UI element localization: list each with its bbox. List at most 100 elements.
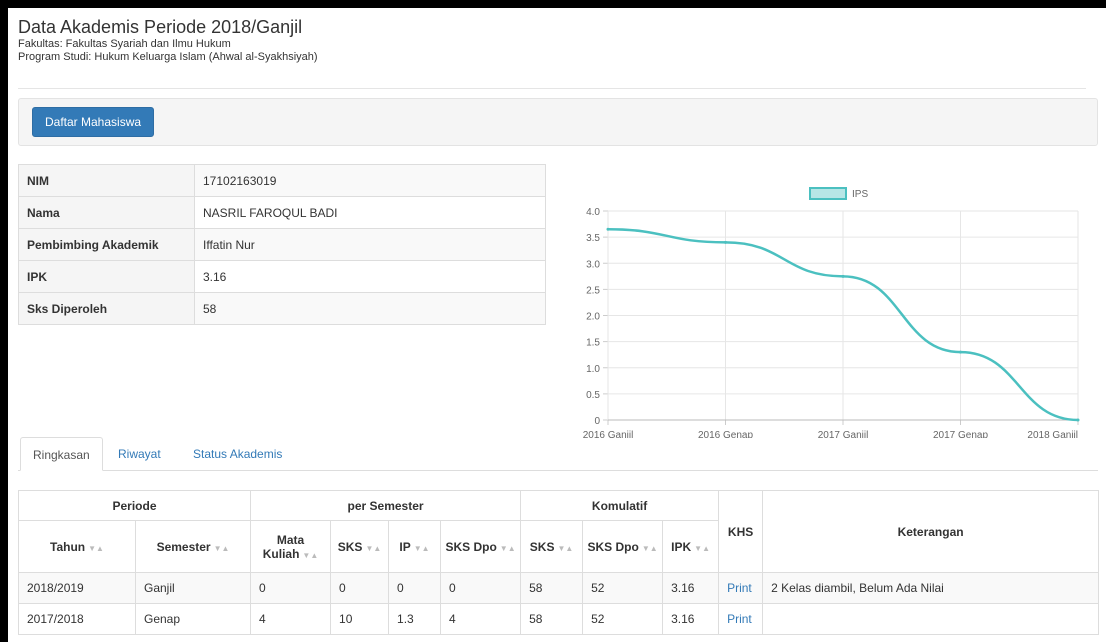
- cell-ip: 1.3: [388, 603, 442, 635]
- sort-icon: ▼▲: [499, 543, 516, 553]
- legend-label: IPS: [852, 189, 868, 200]
- col-label: IP: [399, 539, 411, 554]
- y-tick-label: 3.5: [586, 233, 600, 244]
- cell-semester: Ganjil: [134, 572, 252, 604]
- sort-icon: ▼▲: [557, 543, 574, 553]
- col-label: IPK: [671, 539, 692, 554]
- data-point: [606, 227, 610, 231]
- info-value: 58: [194, 292, 546, 325]
- cell-sks-dpo: 4: [440, 603, 522, 635]
- group-komulatif: Komulatif: [520, 490, 720, 521]
- y-tick-label: 2.0: [586, 312, 600, 323]
- summary-table-body: 2018/2019 Ganjil 0 0 0 0 58 52 3.16 Print 2 Kelas …: [18, 572, 1100, 635]
- info-row-nim: NIM 17102163019: [18, 164, 546, 197]
- page: Data Akademis Periode 2018/Ganjil Fakult…: [8, 8, 1106, 642]
- cell-tahun: 2017/2018: [18, 603, 136, 635]
- sort-icon: ▼▲: [641, 543, 658, 553]
- cell-keterangan: [762, 603, 1100, 635]
- cell-sks: 10: [330, 603, 390, 635]
- legend-swatch: [809, 187, 847, 200]
- cell-sks: 0: [330, 572, 390, 604]
- table-row: 2018/2019 Ganjil 0 0 0 0 58 52 3.16 Print 2 Kelas …: [18, 572, 1100, 604]
- info-label: Pembimbing Akademik: [18, 228, 195, 261]
- col-label: SKS: [337, 539, 363, 554]
- info-row-advisor: Pembimbing Akademik Iffatin Nur: [18, 228, 546, 261]
- cell-tahun: 2018/2019: [18, 572, 136, 604]
- cell-semester: Genap: [134, 603, 252, 635]
- cell-mata-kuliah: 0: [250, 572, 332, 604]
- col-label: Mata Kuliah: [262, 532, 305, 561]
- sort-icon: ▼▲: [213, 543, 230, 553]
- data-point: [841, 274, 845, 278]
- cell-komulatif-sks-dpo: 52: [582, 572, 664, 604]
- cell-komulatif-sks: 58: [520, 572, 584, 604]
- info-value: 17102163019: [194, 164, 546, 197]
- col-mata-kuliah[interactable]: Mata Kuliah ▼▲: [250, 520, 332, 573]
- info-row-credits: Sks Diperoleh 58: [18, 292, 546, 325]
- info-label: Nama: [18, 196, 195, 229]
- col-label: SKS Dpo: [587, 539, 639, 554]
- y-tick-label: 1.5: [586, 338, 600, 349]
- tab-riwayat[interactable]: Riwayat: [106, 437, 173, 471]
- data-point: [724, 240, 727, 244]
- cell-komulatif-sks: 58: [520, 603, 584, 635]
- cell-khs: Print: [718, 603, 764, 635]
- data-point: [959, 350, 962, 354]
- col-sks[interactable]: SKS ▼▲: [330, 520, 390, 573]
- tab-status-akademis[interactable]: Status Akademis: [181, 437, 294, 471]
- tab-bar: Ringkasan Riwayat Status Akademis: [18, 436, 1098, 471]
- ips-chart: 4.03.53.02.52.01.51.00.502016 Ganjil 2016…: [583, 187, 1080, 438]
- y-tick-label: 4.0: [586, 207, 600, 218]
- summary-table: Periode per Semester Komulatif KHS Keter…: [17, 490, 1100, 635]
- info-row-name: Nama NASRIL FAROQUL BADI: [18, 196, 546, 229]
- col-semester[interactable]: Semester ▼▲: [134, 520, 252, 573]
- toolbar: Daftar Mahasiswa: [18, 98, 1098, 146]
- print-khs-link[interactable]: Print: [727, 581, 752, 595]
- group-periode: Periode: [17, 490, 252, 521]
- col-sks-dpo[interactable]: SKS Dpo ▼▲: [440, 520, 522, 573]
- info-value: 3.16: [194, 260, 546, 293]
- table-row: 2017/2018 Genap 4 10 1.3 4 58 52 3.16 Print: [18, 603, 1100, 635]
- cell-ipk: 3.16: [662, 603, 720, 635]
- cell-khs: Print: [718, 572, 764, 604]
- info-label: NIM: [18, 164, 195, 197]
- cell-sks-dpo: 0: [440, 572, 522, 604]
- page-title: Data Akademis Periode 2018/Ganjil: [18, 17, 303, 37]
- cell-komulatif-sks-dpo: 52: [582, 603, 664, 635]
- group-per-semester: per Semester: [250, 490, 522, 521]
- col-label: SKS Dpo: [445, 539, 497, 554]
- y-tick-label: 0: [594, 416, 600, 427]
- sort-icon: ▼▲: [365, 543, 382, 553]
- cell-ip: 0: [388, 572, 442, 604]
- col-ipk[interactable]: IPK ▼▲: [662, 520, 720, 573]
- info-row-ipk: IPK 3.16: [18, 260, 546, 293]
- faculty-text: Fakultas: Fakultas Syariah dan Ilmu Huku…: [18, 38, 231, 50]
- col-komulatif-sks-dpo[interactable]: SKS Dpo ▼▲: [582, 520, 664, 573]
- sort-icon: ▼▲: [302, 550, 319, 560]
- info-value: NASRIL FAROQUL BADI: [194, 196, 546, 229]
- cell-mata-kuliah: 4: [250, 603, 332, 635]
- data-point: [1076, 418, 1080, 422]
- sort-icon: ▼▲: [413, 543, 430, 553]
- col-tahun[interactable]: Tahun ▼▲: [18, 520, 136, 573]
- col-keterangan: Keterangan: [762, 490, 1100, 573]
- y-tick-label: 0.5: [586, 390, 600, 401]
- tab-ringkasan[interactable]: Ringkasan: [20, 437, 103, 471]
- col-label: Tahun: [50, 539, 86, 554]
- sort-icon: ▼▲: [88, 543, 104, 553]
- info-label: Sks Diperoleh: [18, 292, 195, 325]
- program-text: Program Studi: Hukum Keluarga Islam (Ahw…: [18, 51, 318, 63]
- sort-icon: ▼▲: [694, 543, 710, 553]
- student-list-button[interactable]: Daftar Mahasiswa: [32, 107, 155, 137]
- col-label: SKS: [529, 539, 555, 554]
- col-komulatif-sks[interactable]: SKS ▼▲: [520, 520, 584, 573]
- student-info-table: NIM 17102163019 Nama NASRIL FAROQUL BADI…: [18, 164, 546, 325]
- col-ip[interactable]: IP ▼▲: [388, 520, 442, 573]
- cell-ipk: 3.16: [662, 572, 720, 604]
- col-khs: KHS: [718, 490, 764, 573]
- y-tick-label: 1.0: [586, 364, 600, 375]
- cell-keterangan: 2 Kelas diambil, Belum Ada Nilai: [762, 572, 1100, 604]
- page-header: Data Akademis Periode 2018/Ganjil Fakult…: [18, 16, 1086, 64]
- col-label: Semester: [156, 539, 211, 554]
- print-khs-link[interactable]: Print: [727, 612, 752, 626]
